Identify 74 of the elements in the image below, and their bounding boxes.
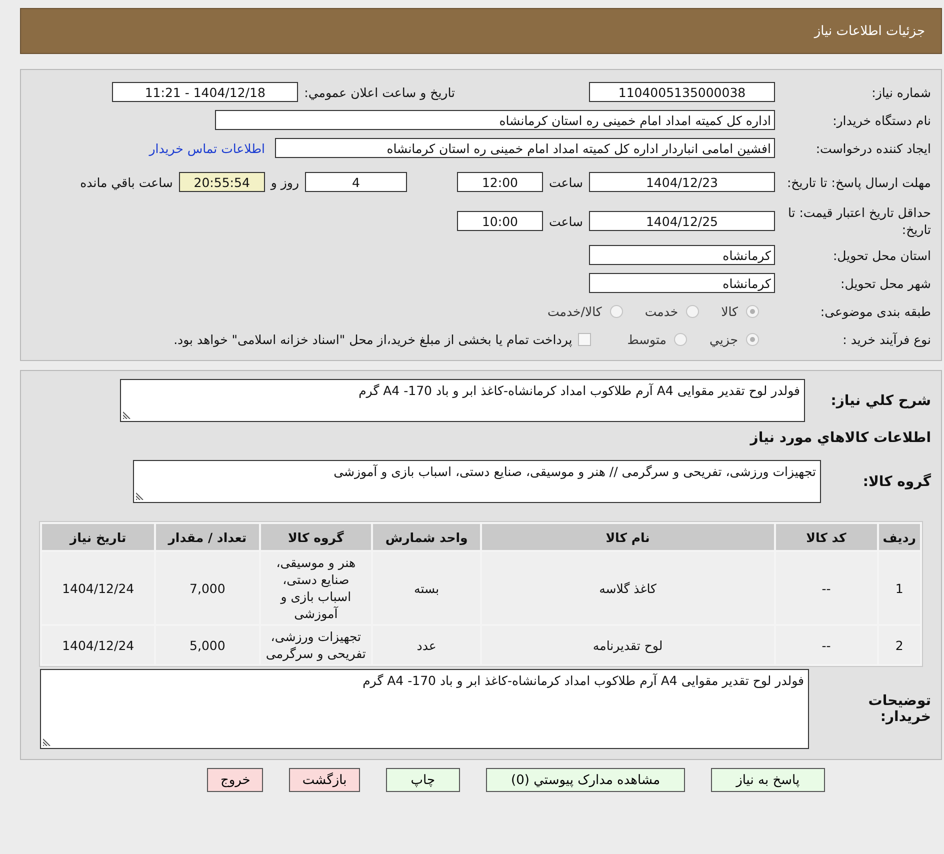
input-field[interactable]: 1404/12/23 bbox=[589, 172, 775, 192]
table-cell: 1404/12/24 bbox=[42, 626, 154, 664]
text-area[interactable]: فولدر لوح تقدیر مقوایی A4 آرم طلاکوب امداد کرمانشاه-کاغذ ابر و باد 170- A4 گرم bbox=[120, 379, 805, 422]
radio-label: خدمت bbox=[644, 304, 678, 318]
column-header: نام کالا bbox=[482, 524, 774, 550]
section-heading: اطلاعات کالاهاي مورد نیاز bbox=[748, 429, 931, 448]
column-header: کد کالا bbox=[776, 524, 877, 550]
input-field[interactable]: کرمانشاه bbox=[589, 245, 775, 265]
table-cell: -- bbox=[776, 552, 877, 624]
table-cell: 1 bbox=[878, 552, 920, 624]
table-cell: بسته bbox=[373, 552, 480, 624]
column-header: واحد شمارش bbox=[373, 524, 480, 550]
table-cell: عدد bbox=[373, 626, 480, 664]
remaining-label: ساعت باقي مانده bbox=[80, 174, 173, 190]
radio-label: کالا/خدمت bbox=[547, 304, 602, 318]
field-label: نام دستگاه خریدار: bbox=[832, 112, 931, 128]
text-area[interactable]: فولدر لوح تقدیر مقوایی A4 آرم طلاکوب امداد کرمانشاه-کاغذ ابر و باد 170- A4 گرم bbox=[40, 669, 809, 749]
resize-grip-icon[interactable] bbox=[136, 492, 144, 500]
radio-label: متوسط bbox=[627, 332, 666, 346]
action-button[interactable]: مشاهده مدارک پیوستي (0) bbox=[486, 768, 686, 792]
radio-label: جزيي bbox=[709, 332, 738, 346]
radio-label: کالا bbox=[721, 304, 738, 318]
input-field[interactable]: 12:00 bbox=[456, 172, 543, 192]
text-area-value: فولدر لوح تقدیر مقوایی A4 آرم طلاکوب امداد کرمانشاه-کاغذ ابر و باد 170- A4 گرم bbox=[358, 383, 800, 398]
action-button[interactable]: پاسخ به نیاز bbox=[711, 768, 825, 792]
table-cell: هنر و موسیقی، صنایع دستی، اسباب بازی و آموزشی bbox=[260, 552, 372, 624]
checkbox[interactable] bbox=[578, 332, 592, 346]
input-field[interactable]: 10:00 bbox=[456, 211, 543, 231]
field-label: مهلت ارسال پاسخ: تا تاریخ: bbox=[786, 174, 931, 190]
column-header: تاریخ نیاز bbox=[42, 524, 154, 550]
field-label: شهر محل تحویل: bbox=[840, 276, 931, 290]
table-cell: 2 bbox=[878, 626, 920, 664]
field-label: حداقل تاریخ اعتبار قیمت: تا تاریخ: bbox=[786, 204, 931, 238]
resize-grip-icon[interactable] bbox=[123, 411, 131, 419]
table-cell: تجهیزات ورزشی، تفریحی و سرگرمی bbox=[260, 626, 372, 664]
field-label: شرح کلي نیاز: bbox=[830, 392, 931, 408]
contact-link[interactable]: اطلاعات تماس خریدار bbox=[149, 140, 265, 156]
countdown-field: 20:55:54 bbox=[178, 172, 265, 192]
table-cell: 7,000 bbox=[156, 552, 259, 624]
page-title: جزئیات اطلاعات نیاز bbox=[814, 24, 925, 38]
table-cell: کاغذ گلاسه bbox=[482, 552, 774, 624]
table-cell: -- bbox=[776, 626, 877, 664]
field-label: توضیحات خریدار: bbox=[867, 693, 931, 725]
action-button[interactable]: چاپ bbox=[386, 768, 460, 792]
input-field[interactable]: 1404/12/25 bbox=[589, 211, 775, 231]
payment-note: پرداخت تمام یا بخشی از مبلغ خرید،از محل "اسناد خزانه اسلامی" خواهد بود. bbox=[174, 332, 572, 346]
table-cell: 5,000 bbox=[156, 626, 259, 664]
column-header: ردیف bbox=[878, 524, 920, 550]
days-label: روز و bbox=[270, 174, 299, 190]
field-label: استان محل تحویل: bbox=[832, 248, 931, 262]
field-label: نوع فرآیند خرید : bbox=[842, 332, 931, 346]
input-field[interactable]: کرمانشاه bbox=[589, 273, 775, 293]
input-field[interactable]: اداره کل کمیته امداد امام خمینی ره استان کرمانشاه bbox=[215, 110, 775, 130]
field-label: طبقه بندی موضوعی: bbox=[819, 304, 931, 318]
input-field[interactable]: 1404/12/18 - 11:21 bbox=[112, 82, 298, 102]
time-label: ساعت bbox=[548, 174, 583, 190]
resize-grip-icon[interactable] bbox=[43, 738, 51, 746]
text-area-value: تجهیزات ورزشی، تفریحی و سرگرمی // هنر و موسیقی، صنایع دستی، اسباب بازی و آموزشی bbox=[334, 464, 816, 479]
text-area-value: فولدر لوح تقدیر مقوایی A4 آرم طلاکوب امداد کرمانشاه-کاغذ ابر و باد 170- A4 گرم bbox=[362, 673, 804, 688]
column-header: تعداد / مقدار bbox=[156, 524, 259, 550]
table-cell: 1404/12/24 bbox=[42, 552, 154, 624]
input-field[interactable]: 4 bbox=[304, 172, 407, 192]
text-area[interactable]: تجهیزات ورزشی، تفریحی و سرگرمی // هنر و موسیقی، صنایع دستی، اسباب بازی و آموزشی bbox=[133, 460, 821, 503]
input-field[interactable]: افشین امامی انباردار اداره کل کمیته امداد امام خمینی ره استان کرمانشاه bbox=[275, 138, 775, 158]
action-button[interactable]: بازگشت bbox=[289, 768, 360, 792]
field-label: ایجاد کننده درخواست: bbox=[814, 140, 931, 156]
field-label: تاريخ و ساعت اعلان عمومي: bbox=[304, 84, 455, 100]
column-header: گروه کالا bbox=[260, 524, 372, 550]
input-field[interactable]: 1104005135000038 bbox=[589, 82, 775, 102]
field-label: شماره نیاز: bbox=[870, 84, 931, 100]
action-button[interactable]: خروج bbox=[207, 768, 264, 792]
table-cell: لوح تقدیرنامه bbox=[482, 626, 774, 664]
field-label: گروه کالا: bbox=[862, 474, 931, 490]
time-label: ساعت bbox=[548, 214, 583, 228]
